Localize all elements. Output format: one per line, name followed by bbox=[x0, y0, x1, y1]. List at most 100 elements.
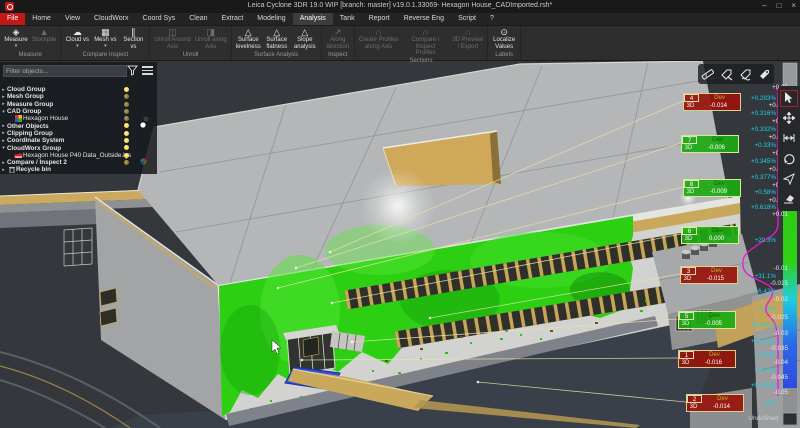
label-dim-caption: 3D bbox=[684, 188, 697, 196]
visibility-bulb-icon[interactable] bbox=[124, 102, 129, 107]
clean-eraser-icon[interactable] bbox=[781, 191, 797, 206]
menu-item-report[interactable]: Report bbox=[362, 13, 397, 25]
slope-button[interactable]: △Slope analysis bbox=[291, 27, 319, 51]
tag-icon[interactable] bbox=[758, 68, 771, 81]
label-id: 3 bbox=[681, 267, 696, 275]
tree-item-cloud-group[interactable]: ▸Cloud Group bbox=[0, 86, 157, 93]
deviation-label-2[interactable]: 2Dev3D-0.014 bbox=[686, 394, 744, 412]
chevron-collapsed-icon[interactable]: ▸ bbox=[0, 167, 7, 173]
tree-item-other-objects[interactable]: ▸Other Objects bbox=[0, 122, 157, 129]
chevron-expanded-icon[interactable]: ▾ bbox=[0, 145, 7, 151]
visibility-bulb-icon[interactable] bbox=[124, 87, 129, 92]
label-dev-value: 0.000 bbox=[695, 235, 738, 243]
visibility-bulb-icon[interactable] bbox=[124, 138, 129, 143]
scale-value: -0.045 bbox=[770, 374, 788, 381]
mesh-vs-button[interactable]: ▦Mesh vs▾ bbox=[91, 27, 119, 51]
label-dim-caption: 3D bbox=[679, 320, 692, 328]
chevron-collapsed-icon[interactable]: ▸ bbox=[0, 130, 7, 136]
chevron-collapsed-icon[interactable]: ▸ bbox=[0, 160, 7, 166]
menu-item-coord-sys[interactable]: Coord Sys bbox=[136, 13, 183, 25]
fly-through-icon[interactable] bbox=[781, 171, 797, 186]
menu-item-file[interactable]: File bbox=[0, 13, 25, 25]
menu-item-extract[interactable]: Extract bbox=[215, 13, 251, 25]
menu-item-cloudworx[interactable]: CloudWorx bbox=[87, 13, 136, 25]
chevron-down-icon: ▾ bbox=[76, 44, 79, 48]
label-dim-caption: 3D bbox=[682, 144, 695, 152]
menu-item-home[interactable]: Home bbox=[25, 13, 58, 25]
deviation-label-6[interactable]: 6Dev3D0.000 bbox=[681, 226, 739, 244]
visibility-bulb-icon[interactable] bbox=[124, 153, 129, 158]
visibility-bulb-icon[interactable] bbox=[124, 160, 129, 165]
close-button[interactable]: × bbox=[791, 1, 796, 10]
menu-item-reverse-eng[interactable]: Reverse Eng bbox=[397, 13, 451, 25]
visibility-bulb-icon[interactable] bbox=[124, 94, 129, 99]
tree-item-hexagon-house[interactable]: Hexagon House bbox=[0, 115, 157, 122]
tree-item-cad-group[interactable]: ▾CAD Group bbox=[0, 108, 157, 115]
tree-item-label: CAD Group bbox=[7, 108, 41, 115]
cloud-vs-button[interactable]: ☁Cloud vs▾ bbox=[63, 27, 91, 51]
menu-item-modeling[interactable]: Modeling bbox=[250, 13, 292, 25]
select-cursor-icon[interactable] bbox=[781, 91, 797, 106]
profiles-axis-icon: ∩ bbox=[375, 27, 381, 37]
section-vs-button[interactable]: ∥Section vs bbox=[119, 27, 147, 51]
ribbon-button-label: Section vs bbox=[123, 37, 143, 50]
menu-item-view[interactable]: View bbox=[58, 13, 87, 25]
chevron-collapsed-icon[interactable]: ▸ bbox=[0, 94, 7, 100]
visibility-bulb-icon[interactable] bbox=[124, 131, 129, 136]
chevron-expanded-icon[interactable]: ▾ bbox=[0, 109, 7, 115]
pan-move-icon[interactable] bbox=[781, 111, 797, 126]
label-id: 1 bbox=[679, 351, 694, 359]
label-curve-icon[interactable] bbox=[739, 68, 752, 81]
tree-item-cloudworx-group[interactable]: ▾CloudWorx Group bbox=[0, 144, 157, 151]
menu-item-analysis[interactable]: Analysis bbox=[293, 13, 333, 25]
tree-item-coordinate-system[interactable]: ▸Coordinate System bbox=[0, 137, 157, 144]
measure-ruler-icon[interactable] bbox=[701, 68, 714, 81]
edit-label-icon[interactable] bbox=[720, 68, 733, 81]
chevron-collapsed-icon[interactable]: ▸ bbox=[0, 87, 7, 93]
menu-item--[interactable]: ? bbox=[483, 13, 501, 25]
tree-item-compare-inspect-2[interactable]: ▸Compare / Inspect 2 bbox=[0, 159, 157, 166]
fit-width-icon[interactable] bbox=[781, 131, 797, 146]
tree-item-measure-group[interactable]: ▸Measure Group bbox=[0, 101, 157, 108]
filter-icon[interactable] bbox=[127, 65, 138, 76]
menu-item-tank[interactable]: Tank bbox=[333, 13, 362, 25]
orbit-rotate-icon[interactable] bbox=[781, 151, 797, 166]
visibility-bulb-icon[interactable] bbox=[124, 109, 129, 114]
deviation-label-8[interactable]: 8Dev3D-0.009 bbox=[683, 179, 741, 197]
menu-item-script[interactable]: Script bbox=[451, 13, 483, 25]
tree-item-label: Hexagon House P40 Data_Outside.lgs bbox=[23, 152, 131, 159]
tree-item-label: Recycle bin bbox=[16, 166, 51, 173]
label-dim-caption: 3D bbox=[687, 403, 700, 411]
scale-percentage: +0.332% bbox=[751, 126, 776, 133]
chevron-collapsed-icon[interactable]: ▸ bbox=[0, 101, 7, 107]
maximize-button[interactable]: □ bbox=[776, 1, 781, 10]
ribbon-group-measure: ◈Measure▾▲StockpileMeasure bbox=[0, 26, 61, 60]
tree-item-mesh-group[interactable]: ▸Mesh Group bbox=[0, 93, 157, 100]
localize-button[interactable]: ⊙Localize Values bbox=[490, 27, 518, 51]
minimize-button[interactable]: – bbox=[762, 1, 766, 10]
deviation-label-7[interactable]: 7Dev3D-0.006 bbox=[681, 135, 739, 153]
deviation-label-3[interactable]: 3Dev3D-0.015 bbox=[680, 266, 738, 284]
deviation-label-5[interactable]: 5Dev3D-0.005 bbox=[678, 311, 736, 329]
deviation-label-4[interactable]: 4Dev3D-0.014 bbox=[683, 93, 741, 111]
visibility-bulb-icon[interactable] bbox=[124, 116, 129, 121]
tree-item-recycle-bin[interactable]: ▸ Recycle bin bbox=[0, 166, 157, 173]
visibility-bulb-icon[interactable] bbox=[124, 145, 129, 150]
chevron-collapsed-icon[interactable]: ▸ bbox=[0, 123, 7, 129]
tree-item-hexagon-house-p40-data-outside[interactable]: Hexagon House P40 Data_Outside.lgs bbox=[0, 152, 157, 159]
slope-icon: △ bbox=[301, 27, 308, 37]
tree-item-clipping-group[interactable]: ▸Clipping Group bbox=[0, 130, 157, 137]
flatness-button[interactable]: △Surface flatness bbox=[263, 27, 291, 51]
chevron-collapsed-icon[interactable]: ▸ bbox=[0, 138, 7, 144]
unroll-along-icon: ◨ bbox=[206, 27, 215, 37]
deviation-label-1[interactable]: 1Dev3D-0.016 bbox=[678, 350, 736, 368]
visibility-bulb-icon[interactable] bbox=[124, 123, 129, 128]
menu-item-clean[interactable]: Clean bbox=[182, 13, 214, 25]
measure-button[interactable]: ◈Measure▾ bbox=[2, 27, 30, 51]
filter-objects-input[interactable] bbox=[3, 65, 127, 77]
undefined-color-swatch bbox=[783, 413, 797, 425]
panel-menu-icon[interactable] bbox=[142, 66, 153, 75]
scale-value: -0.04 bbox=[774, 359, 788, 366]
label-dev-caption: Dev bbox=[694, 351, 735, 359]
levelness-button[interactable]: △Surface levelness bbox=[234, 27, 263, 51]
